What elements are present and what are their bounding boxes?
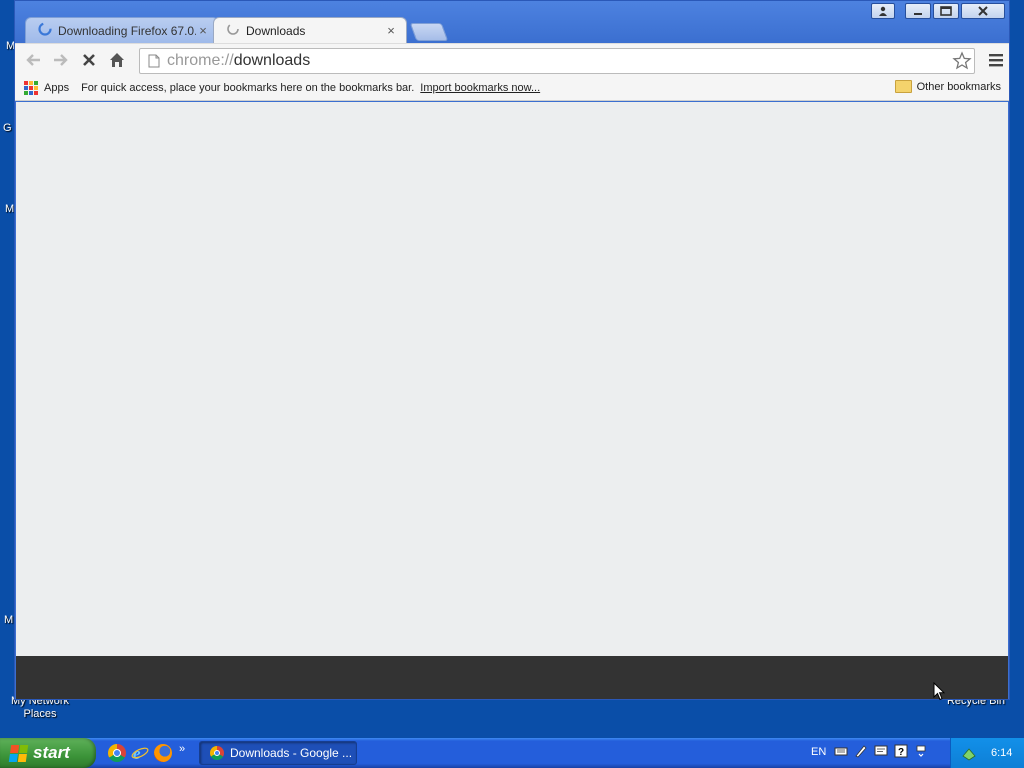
- loading-spinner-icon: [226, 22, 240, 39]
- start-label: start: [33, 743, 70, 762]
- clock[interactable]: 6:14: [991, 747, 1012, 759]
- import-bookmarks-link[interactable]: Import bookmarks now...: [420, 82, 540, 94]
- page-icon: [145, 54, 163, 68]
- speech-icon[interactable]: [874, 744, 888, 758]
- tab-downloading-firefox[interactable]: Downloading Firefox 67.0.2 ×: [25, 17, 219, 43]
- page-dark-bar: [16, 656, 1008, 699]
- start-button[interactable]: start: [0, 738, 96, 768]
- bookmarks-hint-text: For quick access, place your bookmarks h…: [81, 81, 415, 94]
- close-icon[interactable]: [961, 3, 1005, 19]
- system-tray: 6:14: [950, 738, 1024, 768]
- chrome-icon[interactable]: [108, 744, 126, 762]
- url-scheme: chrome://: [167, 52, 234, 69]
- taskbar: start e » Downloads - Google ... EN ? 6:…: [0, 738, 1024, 768]
- star-icon[interactable]: [952, 51, 972, 76]
- bookmarks-bar: Apps For quick access, place your bookma…: [15, 75, 1009, 101]
- other-bookmarks-label: Other bookmarks: [916, 80, 1001, 93]
- taskbar-item-label: Downloads - Google ...: [230, 746, 353, 760]
- desktop-icon-label-4[interactable]: M: [4, 614, 13, 626]
- desktop-icon-label-3[interactable]: M: [5, 203, 14, 215]
- home-icon[interactable]: [103, 46, 131, 74]
- pen-icon[interactable]: [854, 744, 868, 758]
- url-text[interactable]: chrome://downloads: [167, 52, 310, 70]
- tab-close-icon[interactable]: ×: [196, 23, 210, 38]
- tab-close-icon[interactable]: ×: [384, 23, 398, 38]
- other-bookmarks-button[interactable]: Other bookmarks: [894, 80, 1001, 93]
- firefox-loading-icon: [38, 22, 52, 39]
- apps-icon[interactable]: [24, 80, 38, 95]
- apps-link[interactable]: Apps: [44, 82, 69, 94]
- back-icon[interactable]: [19, 46, 47, 74]
- firefox-icon[interactable]: [154, 744, 172, 762]
- quick-launch-chevron-icon[interactable]: »: [179, 743, 185, 755]
- menu-icon[interactable]: [987, 50, 1005, 70]
- svg-text:?: ?: [898, 747, 904, 758]
- new-tab-button[interactable]: [409, 23, 449, 41]
- maximize-icon[interactable]: [933, 3, 959, 19]
- title-bar[interactable]: Downloading Firefox 67.0.2 × Downloads ×: [15, 1, 1009, 43]
- keyboard-icon[interactable]: [834, 744, 848, 758]
- tab-title: Downloads: [246, 23, 306, 38]
- chrome-icon: [210, 746, 224, 760]
- network-icon[interactable]: [961, 746, 976, 761]
- address-bar[interactable]: chrome://downloads: [139, 48, 975, 74]
- user-icon[interactable]: [871, 3, 895, 19]
- language-bar-options-icon[interactable]: [914, 744, 928, 758]
- page-content: [16, 102, 1008, 656]
- windows-logo-icon: [8, 744, 29, 762]
- folder-icon: [894, 80, 912, 93]
- tab-downloads[interactable]: Downloads ×: [213, 17, 407, 43]
- taskbar-item-downloads[interactable]: Downloads - Google ...: [199, 741, 357, 765]
- forward-icon[interactable]: [47, 46, 75, 74]
- stop-icon[interactable]: [75, 46, 103, 74]
- language-bar-icons: ?: [834, 744, 928, 758]
- browser-window: Downloading Firefox 67.0.2 × Downloads ×: [14, 0, 1010, 700]
- desktop-icon-label-2[interactable]: G: [3, 122, 12, 134]
- minimize-icon[interactable]: [905, 3, 931, 19]
- mouse-cursor-icon: [933, 681, 946, 706]
- tab-title: Downloading Firefox 67.0.2: [58, 23, 196, 38]
- quick-launch: e »: [108, 743, 185, 763]
- window-controls: [871, 3, 1005, 19]
- internet-explorer-icon[interactable]: e: [131, 744, 149, 763]
- navigation-toolbar: chrome://downloads: [15, 43, 1009, 75]
- language-indicator[interactable]: EN: [811, 746, 826, 758]
- url-host: downloads: [233, 52, 311, 69]
- help-icon[interactable]: ?: [894, 744, 908, 758]
- tab-strip: Downloading Firefox 67.0.2 × Downloads ×: [25, 17, 449, 43]
